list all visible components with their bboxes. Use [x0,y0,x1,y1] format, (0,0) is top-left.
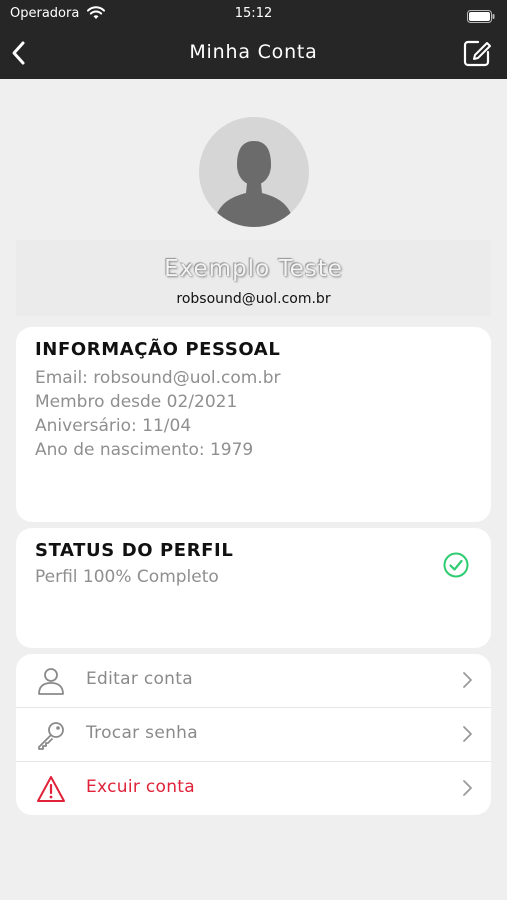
battery-icon [467,8,495,27]
menu-item-edit-account[interactable]: Editar conta [16,654,491,707]
menu-item-label: Trocar senha [86,723,198,743]
info-birth-year: Ano de nascimento: 1979 [35,440,254,460]
chevron-right-icon [461,725,473,743]
profile-status-card: STATUS DO PERFIL Perfil 100% Completo [16,528,491,648]
profile-name: Exemplo Teste [164,256,343,282]
info-birthday: Aniversário: 11/04 [35,416,192,436]
status-time: 15:12 [234,6,273,21]
profile-email: robsound@uol.com.br [176,291,331,307]
info-email: Email: robsound@uol.com.br [35,368,281,388]
menu-item-label: Excuir conta [86,777,195,797]
key-icon [36,720,66,750]
user-icon [36,666,66,696]
status-bar: Operadora 15:12 [0,0,507,28]
personal-info-title: INFORMAÇÃO PESSOAL [35,339,281,360]
account-menu: Editar conta Trocar senha Excuir conta [16,654,491,815]
menu-item-change-password[interactable]: Trocar senha [16,707,491,761]
chevron-right-icon [461,779,473,797]
person-silhouette-icon [213,141,295,227]
page-title: Minha Conta [189,41,318,63]
chevron-right-icon [461,671,473,689]
menu-item-label: Editar conta [86,669,193,689]
warning-icon [36,774,66,804]
info-member-since: Membro desde 02/2021 [35,392,238,412]
personal-info-card: INFORMAÇÃO PESSOAL Email: robsound@uol.c… [16,327,491,522]
navigation-bar: Minha Conta [0,28,507,79]
check-circle-icon [442,551,470,579]
personal-info-lines: Email: robsound@uol.com.br Membro desde … [35,366,281,462]
menu-item-delete-account[interactable]: Excuir conta [16,761,491,815]
avatar [199,117,309,227]
profile-status-text: Perfil 100% Completo [35,567,219,587]
edit-icon[interactable] [461,37,493,69]
profile-status-title: STATUS DO PERFIL [35,540,234,561]
